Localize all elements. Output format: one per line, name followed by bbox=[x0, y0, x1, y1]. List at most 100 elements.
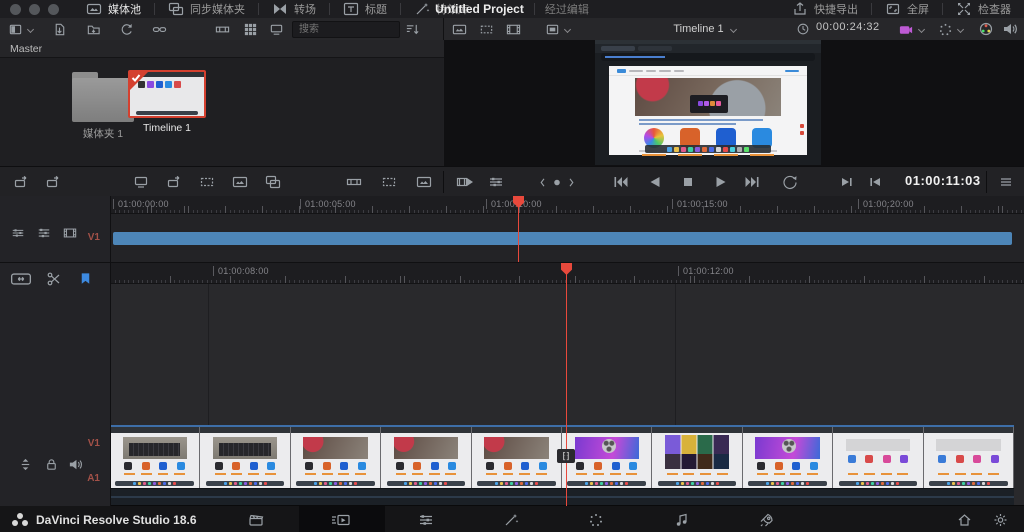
fullscreen-button[interactable]: 全屏 bbox=[872, 0, 942, 18]
project-manager-button[interactable] bbox=[950, 511, 978, 529]
play-button[interactable] bbox=[712, 174, 728, 190]
viewer-safe-area-button[interactable] bbox=[479, 21, 494, 37]
sort-button[interactable] bbox=[405, 21, 420, 37]
full-timeline-body[interactable]: 01:00:00:0001:00:05:0001:00:10:0001:00:1… bbox=[110, 196, 1024, 262]
marker-flag-button[interactable] bbox=[78, 271, 93, 287]
loop-button[interactable] bbox=[782, 174, 798, 190]
quick-export-button[interactable]: 快捷导出 bbox=[779, 0, 871, 18]
page-deliver[interactable] bbox=[753, 511, 781, 529]
close-window-button[interactable] bbox=[10, 4, 21, 15]
boring-detector-button[interactable] bbox=[538, 176, 576, 189]
ruler-timecode-label: 01:00:12:00 bbox=[678, 266, 734, 276]
search-input[interactable] bbox=[293, 22, 411, 37]
page-cut[interactable] bbox=[327, 511, 355, 529]
previous-edit-button[interactable] bbox=[868, 174, 884, 190]
next-edit-button[interactable] bbox=[838, 174, 854, 190]
timeline-thumbnail bbox=[128, 70, 206, 118]
folder-label: 媒体夹 1 bbox=[83, 126, 123, 141]
effects-toggle[interactable]: 特效库 bbox=[401, 0, 482, 18]
full-timeline-header: V1 bbox=[0, 196, 111, 262]
zoom-timeline-body[interactable]: 01:00:08:0001:00:12:00 ⁅⁆ bbox=[110, 263, 1024, 506]
upper-clip-bar[interactable] bbox=[113, 232, 1012, 245]
cut-effect-button[interactable] bbox=[380, 174, 398, 190]
effects-strip-icon[interactable] bbox=[62, 226, 78, 240]
audio-monitor-button[interactable] bbox=[1002, 21, 1018, 37]
tools-button[interactable] bbox=[487, 174, 505, 190]
view-filmstrip-button[interactable] bbox=[215, 21, 230, 37]
filmstrip-frame-desk[interactable] bbox=[291, 427, 381, 488]
page-media[interactable] bbox=[242, 511, 270, 529]
ruler-timecode-label: 01:00:20:00 bbox=[858, 199, 914, 209]
filmstrip-frame-reel[interactable] bbox=[562, 427, 652, 488]
titles-toggle[interactable]: 标题 bbox=[330, 0, 400, 18]
duration-clock-button[interactable] bbox=[796, 21, 810, 37]
preview-clip-button[interactable] bbox=[455, 174, 475, 190]
media-pool-toggle[interactable]: 媒体池 bbox=[73, 0, 154, 18]
bin-breadcrumb[interactable]: Master bbox=[0, 40, 453, 58]
filmstrip-frame-keyboard[interactable] bbox=[110, 427, 200, 488]
transition-button[interactable] bbox=[345, 174, 363, 190]
page-fusion[interactable] bbox=[497, 511, 525, 529]
stop-button[interactable] bbox=[680, 174, 696, 190]
filmstrip-frame-desk[interactable] bbox=[381, 427, 471, 488]
panel-layout-button[interactable] bbox=[8, 21, 34, 37]
settings-button[interactable] bbox=[986, 511, 1014, 529]
split-clips-button[interactable] bbox=[10, 271, 32, 287]
edit-page-icon bbox=[417, 512, 435, 528]
timeline-clip-item[interactable]: Timeline 1 bbox=[128, 70, 206, 134]
camera-reframe-button[interactable] bbox=[898, 21, 925, 37]
audio-waveform-strip[interactable] bbox=[110, 488, 1014, 505]
inspector-button[interactable]: 检查器 bbox=[943, 0, 1024, 18]
filmstrip-frame-keyboard[interactable] bbox=[200, 427, 290, 488]
relink-button[interactable] bbox=[152, 21, 167, 37]
zoom-window-button[interactable] bbox=[48, 4, 59, 15]
filmstrip-frame-appstore[interactable] bbox=[833, 427, 923, 488]
media-bin-folder[interactable]: 媒体夹 1 bbox=[72, 72, 134, 141]
swap-clip-button[interactable] bbox=[264, 174, 282, 190]
loop-icon bbox=[782, 174, 798, 190]
filmstrip-frame-appstore[interactable] bbox=[924, 427, 1014, 488]
source-overwrite-button[interactable] bbox=[231, 174, 249, 190]
audio-mute-button[interactable] bbox=[68, 457, 83, 472]
filmstrip-frame-desk[interactable] bbox=[472, 427, 562, 488]
audio-track-label: A1 bbox=[87, 473, 100, 484]
append-clip-button[interactable] bbox=[44, 174, 62, 190]
viewer-film-button[interactable] bbox=[506, 21, 521, 37]
sync-bin-toggle[interactable]: 同步媒体夹 bbox=[155, 0, 258, 18]
scissors-button[interactable] bbox=[46, 271, 62, 287]
place-on-top-button[interactable] bbox=[198, 174, 216, 190]
title-effect-button[interactable] bbox=[415, 174, 433, 190]
filmstrip-frame-grid[interactable] bbox=[652, 427, 742, 488]
filmstrip-frame-reel[interactable] bbox=[743, 427, 833, 488]
ripple-overwrite-button[interactable] bbox=[132, 174, 150, 190]
transitions-toggle[interactable]: 转场 bbox=[259, 0, 329, 18]
page-edit[interactable] bbox=[412, 511, 440, 529]
page-fairlight[interactable] bbox=[668, 511, 696, 529]
go-to-end-button[interactable] bbox=[744, 174, 761, 190]
view-monitor-button[interactable] bbox=[269, 21, 284, 37]
page-color[interactable] bbox=[582, 511, 610, 529]
smart-insert-button[interactable] bbox=[12, 174, 30, 190]
view-thumbnail-button[interactable] bbox=[243, 21, 258, 37]
viewer-image-button[interactable] bbox=[452, 21, 467, 37]
import-folder-button[interactable] bbox=[86, 21, 101, 37]
close-up-button[interactable] bbox=[165, 174, 183, 190]
track-tools-icon[interactable] bbox=[10, 226, 26, 240]
go-to-start-button[interactable] bbox=[612, 174, 629, 190]
edit-toolbar: 01:00:11:03 bbox=[0, 166, 1024, 198]
audio-trim-icon[interactable] bbox=[36, 226, 52, 240]
lower-playhead[interactable] bbox=[566, 263, 567, 506]
play-reverse-button[interactable] bbox=[648, 174, 664, 190]
sync-clips-button[interactable] bbox=[119, 21, 134, 37]
timeline-options-button[interactable] bbox=[998, 174, 1014, 190]
upper-playhead[interactable] bbox=[518, 196, 519, 262]
lock-track-button[interactable] bbox=[44, 457, 59, 472]
track-height-button[interactable] bbox=[18, 457, 33, 472]
color-grade-button[interactable] bbox=[978, 21, 994, 37]
upper-ruler[interactable]: 01:00:00:0001:00:05:0001:00:10:0001:00:1… bbox=[110, 196, 1024, 214]
magic-mask-button[interactable] bbox=[938, 21, 964, 37]
divider bbox=[986, 171, 987, 193]
cut-point-handle[interactable]: ⁅⁆ bbox=[557, 449, 575, 463]
minimize-window-button[interactable] bbox=[29, 4, 40, 15]
import-media-button[interactable] bbox=[52, 21, 67, 37]
